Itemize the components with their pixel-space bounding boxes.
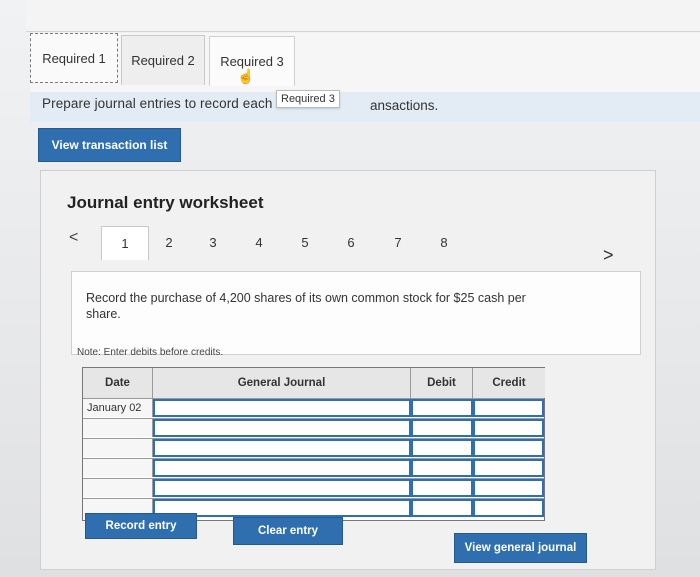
debit-input[interactable]: [411, 479, 473, 497]
step-4[interactable]: 4: [249, 235, 269, 250]
step-7[interactable]: 7: [388, 235, 408, 250]
credit-input[interactable]: [473, 499, 544, 517]
account-input[interactable]: [153, 459, 411, 477]
step-2[interactable]: 2: [159, 235, 179, 250]
table-row: [83, 438, 544, 457]
account-input[interactable]: [153, 439, 411, 457]
header-debit: Debit: [411, 368, 473, 398]
credit-input[interactable]: [473, 459, 544, 477]
prompt-text: Record the purchase of 4,200 shares of i…: [86, 291, 526, 321]
header-credit: Credit: [473, 368, 545, 398]
credit-input[interactable]: [473, 399, 544, 417]
header-general-journal: General Journal: [153, 368, 411, 398]
view-general-journal-button[interactable]: View general journal: [454, 533, 587, 563]
tabs-row: Required 1 Required 2 Required 3: [30, 33, 700, 93]
record-entry-button[interactable]: Record entry: [85, 513, 197, 539]
chevron-left-icon[interactable]: <: [69, 229, 78, 247]
page: Required 1 Required 2 Required 3 ☝ Prepa…: [0, 0, 700, 577]
debit-input[interactable]: [411, 439, 473, 457]
credit-input[interactable]: [473, 439, 544, 457]
date-cell: January 02: [83, 399, 153, 417]
tab-tooltip: Required 3: [276, 90, 340, 108]
tab-required-2[interactable]: Required 2: [121, 35, 205, 85]
step-8[interactable]: 8: [434, 235, 454, 250]
journal-table: Date General Journal Debit Credit Januar…: [82, 367, 545, 521]
instruction-tail: ansactions.: [370, 98, 439, 113]
date-cell: [83, 419, 153, 437]
date-cell: [83, 439, 153, 457]
clear-entry-button[interactable]: Clear entry: [233, 517, 343, 545]
credit-input[interactable]: [473, 479, 544, 497]
debit-input[interactable]: [411, 419, 473, 437]
account-input[interactable]: [153, 419, 411, 437]
step-5[interactable]: 5: [295, 235, 315, 250]
table-row: [83, 458, 544, 477]
hand-cursor-icon: ☝: [237, 68, 255, 84]
account-input[interactable]: [153, 399, 411, 417]
date-cell: [83, 459, 153, 477]
account-input[interactable]: [153, 479, 411, 497]
view-transaction-list-button[interactable]: View transaction list: [38, 128, 181, 162]
debit-input[interactable]: [411, 499, 473, 517]
step-6[interactable]: 6: [341, 235, 361, 250]
table-row: January 02: [83, 398, 544, 417]
note-text: Note: Enter debits before credits.: [77, 347, 224, 358]
journal-entry-worksheet: Journal entry worksheet < 1 2 3 4 5 6 7 …: [40, 170, 656, 570]
debit-input[interactable]: [411, 399, 473, 417]
worksheet-title: Journal entry worksheet: [67, 193, 264, 212]
step-3[interactable]: 3: [203, 235, 223, 250]
date-cell: [83, 479, 153, 497]
top-strip: [26, 0, 700, 32]
debit-input[interactable]: [411, 459, 473, 477]
header-date: Date: [83, 368, 153, 398]
chevron-right-icon[interactable]: >: [603, 245, 614, 266]
table-row: [83, 418, 544, 437]
instruction-text: Prepare journal entries to record each: [42, 96, 273, 111]
instruction-row: Prepare journal entries to record each a…: [30, 92, 700, 122]
tab-required-1[interactable]: Required 1: [30, 33, 118, 83]
prompt-box: Record the purchase of 4,200 shares of i…: [71, 271, 641, 355]
step-1[interactable]: 1: [101, 226, 149, 260]
credit-input[interactable]: [473, 419, 544, 437]
table-row: [83, 478, 544, 497]
